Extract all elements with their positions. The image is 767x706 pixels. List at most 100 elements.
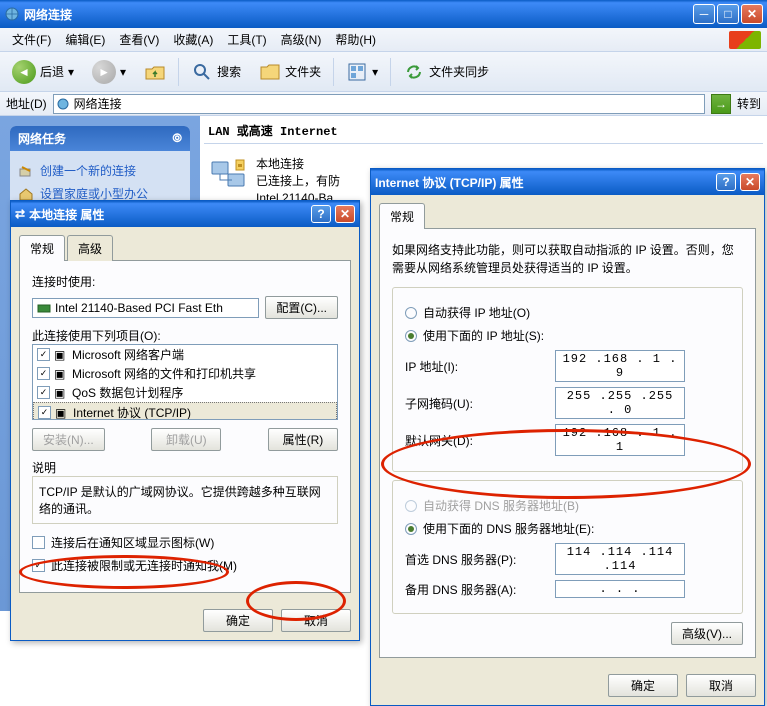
go-label: 转到 (737, 95, 761, 112)
nic-icon (37, 301, 51, 315)
help-button[interactable]: ? (716, 173, 736, 191)
dns1-input[interactable]: 114 .114 .114 .114 (555, 543, 685, 575)
auto-dns-radio (405, 500, 417, 512)
list-item[interactable]: ✓▣Microsoft 网络客户端 (33, 345, 337, 364)
sync-button[interactable]: 文件夹同步 (397, 57, 495, 87)
network-icon (4, 6, 20, 22)
connect-using-label: 连接时使用: (32, 273, 338, 290)
menu-edit[interactable]: 编辑(E) (59, 29, 111, 50)
dns2-input[interactable]: . . . (555, 580, 685, 598)
go-button[interactable]: → (711, 94, 731, 114)
notify-checkbox[interactable]: ✓ (32, 559, 45, 572)
minimize-button[interactable]: ─ (693, 4, 715, 24)
folders-icon (259, 61, 281, 83)
ip-input[interactable]: 192 .168 . 1 . 9 (555, 350, 685, 382)
window-title: 网络连接 (24, 6, 693, 23)
checkbox-icon[interactable]: ✓ (37, 348, 50, 361)
main-titlebar: 网络连接 ─ □ ✕ (0, 0, 767, 28)
close-button[interactable]: ✕ (335, 205, 355, 223)
checkbox-icon[interactable]: ✓ (38, 406, 51, 419)
connection-properties-dialog: ⇄ 本地连接 属性 ? ✕ 常规 高级 连接时使用: Intel 21140-B… (10, 200, 360, 641)
checkbox-icon[interactable]: ✓ (37, 386, 50, 399)
chevron-down-icon: ▾ (68, 65, 74, 79)
chevron-down-icon: ▾ (372, 65, 378, 79)
uses-items-label: 此连接使用下列项目(O): (32, 327, 338, 344)
list-item[interactable]: ✓▣Microsoft 网络的文件和打印机共享 (33, 364, 337, 383)
tasks-header[interactable]: 网络任务 ⦾ (10, 126, 190, 151)
dialog-title: 本地连接 属性 (29, 206, 104, 223)
install-button[interactable]: 安装(N)... (32, 428, 105, 451)
checkbox-icon[interactable]: ✓ (37, 367, 50, 380)
xp-logo (729, 31, 761, 49)
address-label: 地址(D) (6, 95, 47, 112)
tab-general[interactable]: 常规 (379, 203, 425, 229)
close-button[interactable]: ✕ (740, 173, 760, 191)
forward-button[interactable]: ► ▾ (86, 56, 132, 88)
back-button[interactable]: ◄ 后退 ▾ (6, 56, 80, 88)
menubar: 文件(F) 编辑(E) 查看(V) 收藏(A) 工具(T) 高级(N) 帮助(H… (0, 28, 767, 52)
gateway-label: 默认网关(D): (405, 432, 555, 449)
search-button[interactable]: 搜索 (185, 57, 247, 87)
menu-advanced[interactable]: 高级(N) (275, 29, 328, 50)
folders-label: 文件夹 (285, 63, 321, 80)
tab-advanced[interactable]: 高级 (67, 235, 113, 261)
qos-icon: ▣ (54, 386, 68, 400)
up-button[interactable] (138, 57, 172, 87)
tab-general[interactable]: 常规 (19, 235, 65, 261)
notify-label: 此连接被限制或无连接时通知我(M) (51, 557, 237, 574)
cancel-button[interactable]: 取消 (686, 674, 756, 697)
items-listbox[interactable]: ✓▣Microsoft 网络客户端 ✓▣Microsoft 网络的文件和打印机共… (32, 344, 338, 420)
intro-text: 如果网络支持此功能，则可以获取自动指派的 IP 设置。否则，您需要从网络系统管理… (392, 241, 743, 277)
folders-button[interactable]: 文件夹 (253, 57, 327, 87)
gateway-input[interactable]: 192 .168 . 1 . 1 (555, 424, 685, 456)
search-label: 搜索 (217, 63, 241, 80)
search-icon (191, 61, 213, 83)
toolbar: ◄ 后退 ▾ ► ▾ 搜索 文件夹 ▾ 文件夹同步 (0, 52, 767, 92)
ok-button[interactable]: 确定 (203, 609, 273, 632)
ok-button[interactable]: 确定 (608, 674, 678, 697)
auto-ip-radio[interactable] (405, 307, 417, 319)
use-dns-radio[interactable] (405, 523, 417, 535)
dialog-title: Internet 协议 (TCP/IP) 属性 (375, 174, 524, 191)
help-button[interactable]: ? (311, 205, 331, 223)
dialog-titlebar[interactable]: Internet 协议 (TCP/IP) 属性 ? ✕ (371, 169, 764, 195)
advanced-button[interactable]: 高级(V)... (671, 622, 743, 645)
folder-up-icon (144, 61, 166, 83)
auto-ip-label: 自动获得 IP 地址(O) (423, 304, 530, 321)
mask-input[interactable]: 255 .255 .255 . 0 (555, 387, 685, 419)
auto-dns-label: 自动获得 DNS 服务器地址(B) (423, 497, 579, 514)
dns1-label: 首选 DNS 服务器(P): (405, 551, 555, 568)
menu-help[interactable]: 帮助(H) (329, 29, 382, 50)
adapter-name: Intel 21140-Based PCI Fast Eth (55, 301, 223, 315)
maximize-button[interactable]: □ (717, 4, 739, 24)
connection-name: 本地连接 (256, 156, 340, 173)
properties-button[interactable]: 属性(R) (268, 428, 338, 451)
address-input[interactable]: 网络连接 (53, 94, 705, 114)
lan-connection-icon (208, 156, 248, 196)
forward-arrow-icon: ► (92, 60, 116, 84)
network-icon (56, 97, 70, 111)
collapse-icon: ⦾ (172, 131, 182, 146)
configure-button[interactable]: 配置(C)... (265, 296, 338, 319)
task-create-connection[interactable]: 创建一个新的连接 (18, 159, 182, 182)
dialog-titlebar[interactable]: ⇄ 本地连接 属性 ? ✕ (11, 201, 359, 227)
sync-label: 文件夹同步 (429, 63, 489, 80)
list-item-tcpip[interactable]: ✓▣Internet 协议 (TCP/IP) (33, 402, 337, 420)
views-button[interactable]: ▾ (340, 57, 384, 87)
show-tray-checkbox[interactable] (32, 536, 45, 549)
uninstall-button[interactable]: 卸载(U) (151, 428, 221, 451)
close-button[interactable]: ✕ (741, 4, 763, 24)
list-item[interactable]: ✓▣QoS 数据包计划程序 (33, 383, 337, 402)
menu-view[interactable]: 查看(V) (113, 29, 165, 50)
group-header: LAN 或高速 Internet (204, 120, 763, 141)
menu-favorites[interactable]: 收藏(A) (167, 29, 219, 50)
use-ip-radio[interactable] (405, 330, 417, 342)
menu-file[interactable]: 文件(F) (6, 29, 57, 50)
back-arrow-icon: ◄ (12, 60, 36, 84)
ip-label: IP 地址(I): (405, 358, 555, 375)
use-dns-label: 使用下面的 DNS 服务器地址(E): (423, 520, 594, 537)
adapter-combo[interactable]: Intel 21140-Based PCI Fast Eth (32, 298, 259, 318)
protocol-icon: ▣ (55, 406, 69, 420)
cancel-button[interactable]: 取消 (281, 609, 351, 632)
menu-tools[interactable]: 工具(T) (221, 29, 272, 50)
